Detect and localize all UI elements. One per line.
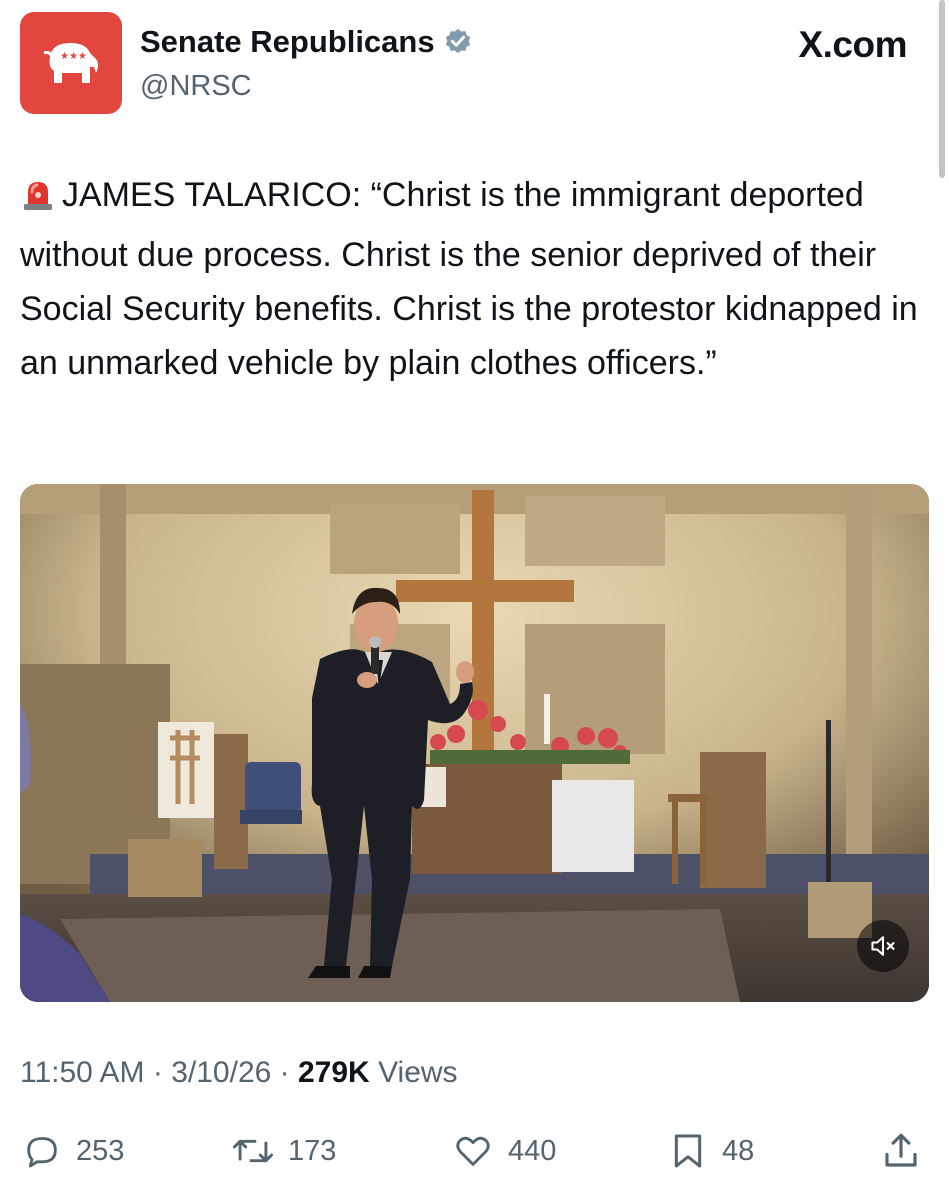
action-bar: 253 173 440 48	[0, 1126, 949, 1176]
repost-button[interactable]: 173	[232, 1126, 336, 1176]
repost-icon	[232, 1139, 274, 1163]
tweet-meta: 11:50 AM · 3/10/26 · 279K Views	[20, 1056, 458, 1090]
video-player[interactable]	[20, 484, 929, 1002]
video-frame	[20, 484, 929, 1002]
display-name[interactable]: Senate Republicans	[140, 24, 435, 60]
source-label: X.com	[798, 24, 907, 65]
heart-icon	[456, 1136, 490, 1166]
tweet-time[interactable]: 11:50 AM	[20, 1056, 145, 1089]
verified-badge-icon	[445, 28, 470, 54]
bookmark-button[interactable]: 48	[668, 1126, 754, 1176]
like-count: 440	[508, 1134, 557, 1167]
views-label: Views	[378, 1056, 458, 1089]
repost-count: 173	[288, 1134, 337, 1167]
share-button[interactable]	[880, 1126, 922, 1176]
elephant-logo-icon: ★★★	[43, 43, 98, 83]
bookmark-icon	[674, 1134, 702, 1168]
account-name-row[interactable]: Senate Republicans	[140, 24, 473, 60]
account-handle[interactable]: @NRSC	[140, 70, 252, 103]
reply-icon	[27, 1137, 57, 1168]
avatar[interactable]: ★★★	[20, 12, 122, 114]
views-count: 279K	[298, 1056, 370, 1089]
siren-icon	[20, 174, 56, 228]
reply-count: 253	[76, 1134, 125, 1167]
reply-button[interactable]: 253	[22, 1126, 124, 1176]
meta-separator: ·	[152, 1056, 163, 1089]
share-icon	[885, 1133, 917, 1167]
tweet-body: JAMES TALARICO: “Christ is the immigrant…	[20, 168, 925, 390]
muted-speaker-icon	[871, 936, 895, 956]
svg-text:★★★: ★★★	[60, 51, 87, 62]
meta-separator: ·	[279, 1056, 290, 1089]
scrollbar[interactable]	[939, 0, 945, 178]
bookmark-count: 48	[722, 1134, 755, 1167]
tweet-date[interactable]: 3/10/26	[171, 1056, 271, 1089]
tweet-text: JAMES TALARICO: “Christ is the immigrant…	[20, 176, 918, 382]
mute-button[interactable]	[857, 920, 909, 972]
like-button[interactable]: 440	[452, 1126, 556, 1176]
